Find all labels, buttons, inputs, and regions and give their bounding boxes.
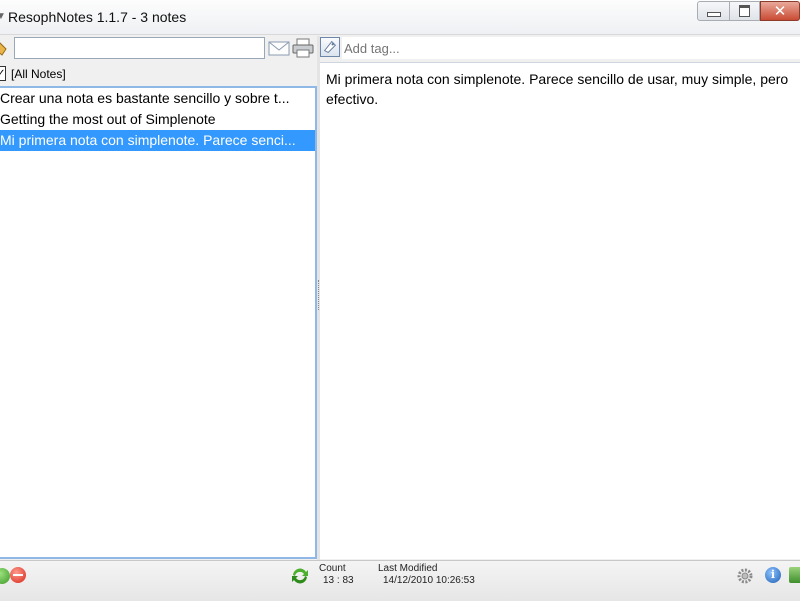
note-editor[interactable]: Mi primera nota con simplenote. Parece s… <box>320 62 800 559</box>
tag-search-icon[interactable] <box>0 39 8 57</box>
print-icon[interactable] <box>292 38 314 58</box>
list-item[interactable]: Getting the most out of Simplenote <box>0 109 315 130</box>
filter-label: [All Notes] <box>11 67 66 81</box>
tag-icon[interactable] <box>320 37 340 57</box>
count-value: 13 : 83 <box>323 575 354 586</box>
delete-note-icon[interactable] <box>10 567 26 583</box>
last-modified-label: Last Modified <box>378 563 438 574</box>
title-bar: ▼ ResophNotes 1.1.7 - 3 notes ✕ <box>0 0 800 35</box>
search-input[interactable] <box>14 37 265 59</box>
tag-filter[interactable]: ✓ [All Notes] <box>0 65 318 85</box>
left-toolbar <box>0 36 318 62</box>
add-note-icon[interactable] <box>0 568 10 584</box>
window-title: ResophNotes 1.1.7 - 3 notes <box>8 9 187 25</box>
count-label: Count <box>319 563 346 574</box>
mail-icon[interactable] <box>268 40 290 56</box>
sync-icon[interactable] <box>290 566 310 586</box>
close-button[interactable]: ✕ <box>760 1 800 21</box>
status-bar: Count 13 : 83 Last Modified 14/12/2010 1… <box>0 560 800 601</box>
notes-list[interactable]: Crear una nota es bastante sencillo y so… <box>0 86 317 559</box>
close-icon: ✕ <box>773 2 787 20</box>
minimize-button[interactable] <box>697 1 730 21</box>
plugin-icon[interactable] <box>789 567 800 583</box>
list-item-selected[interactable]: Mi primera nota con simplenote. Parece s… <box>0 130 315 151</box>
list-item[interactable]: Crear una nota es bastante sencillo y so… <box>0 88 315 109</box>
last-modified-value: 14/12/2010 10:26:53 <box>383 575 475 586</box>
note-icon[interactable]: ▼ <box>0 11 6 22</box>
filter-checkbox[interactable]: ✓ <box>0 66 6 81</box>
maximize-icon <box>739 5 750 17</box>
right-toolbar <box>320 36 800 62</box>
add-tag-input[interactable] <box>342 37 800 59</box>
minimize-icon <box>706 11 721 17</box>
maximize-button[interactable] <box>730 1 760 21</box>
settings-icon[interactable] <box>736 567 754 585</box>
info-icon[interactable]: i <box>765 567 781 583</box>
